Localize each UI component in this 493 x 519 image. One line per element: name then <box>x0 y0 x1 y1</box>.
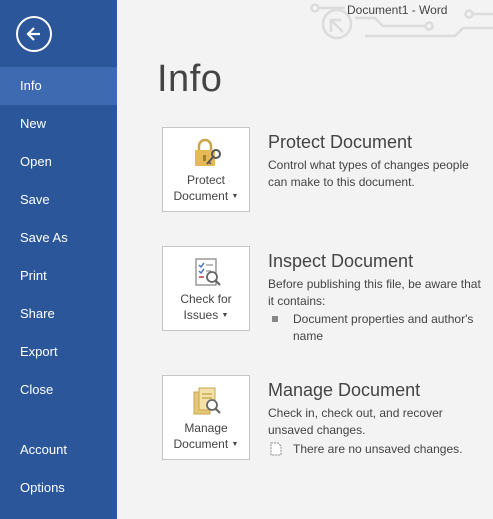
check-for-issues-label: Check for Issues ▼ <box>163 291 249 324</box>
dropdown-caret-icon: ▼ <box>231 193 239 200</box>
document-page-icon <box>270 442 282 456</box>
nav-item-account[interactable]: Account <box>0 431 117 469</box>
document-magnifier-icon <box>193 387 221 415</box>
dropdown-caret-icon: ▼ <box>221 312 229 319</box>
dropdown-caret-icon: ▼ <box>231 441 239 448</box>
manage-label-line2: Document ▼ <box>163 436 249 453</box>
protect-document-label: Protect Document ▼ <box>163 172 249 205</box>
backstage-sidebar: Info New Open Save Save As Print Share E… <box>0 0 117 519</box>
inspect-bullet-text: Document properties and author's name <box>293 312 474 343</box>
manage-label-line1: Manage <box>184 421 228 435</box>
inspect-document-heading: Inspect Document <box>268 251 414 271</box>
page-title: Info <box>157 58 223 100</box>
manage-document-heading: Manage Document <box>268 380 421 400</box>
manage-document-button[interactable]: Manage Document ▼ <box>162 375 250 460</box>
back-button[interactable] <box>16 16 52 52</box>
nav-item-info[interactable]: Info <box>0 67 117 105</box>
protect-document-heading: Protect Document <box>268 132 413 152</box>
nav-item-close[interactable]: Close <box>0 371 117 409</box>
protect-document-description: Control what types of changes people can… <box>268 158 469 189</box>
checklist-magnifier-icon <box>195 258 221 286</box>
window-title: Document1 - Word <box>347 3 448 17</box>
nav-item-print[interactable]: Print <box>0 257 117 295</box>
inspect-label-line2-text: Issues <box>183 308 219 322</box>
nav-item-options[interactable]: Options <box>0 469 117 507</box>
nav-item-new[interactable]: New <box>0 105 117 143</box>
nav-item-save[interactable]: Save <box>0 181 117 219</box>
back-arrow-icon <box>26 27 40 41</box>
nav-item-open[interactable]: Open <box>0 143 117 181</box>
lock-key-icon <box>195 138 221 166</box>
nav-item-export[interactable]: Export <box>0 333 117 371</box>
manage-note-text: There are no unsaved changes. <box>293 442 463 456</box>
inspect-label-line2: Issues ▼ <box>163 307 249 324</box>
protect-label-line2: Document ▼ <box>163 188 249 205</box>
protect-document-button[interactable]: Protect Document ▼ <box>162 127 250 212</box>
inspect-label-line1: Check for <box>180 292 232 306</box>
nav-item-save-as[interactable]: Save As <box>0 219 117 257</box>
square-bullet-icon <box>272 316 278 322</box>
protect-label-line2-text: Document <box>173 189 229 203</box>
nav-item-share[interactable]: Share <box>0 295 117 333</box>
inspect-document-description: Before publishing this file, be aware th… <box>268 277 481 308</box>
manage-document-label: Manage Document ▼ <box>163 420 249 453</box>
manage-label-line2-text: Document <box>173 437 229 451</box>
protect-label-line1: Protect <box>186 173 225 187</box>
manage-document-description: Check in, check out, and recover unsaved… <box>268 406 443 437</box>
check-for-issues-button[interactable]: Check for Issues ▼ <box>162 246 250 331</box>
